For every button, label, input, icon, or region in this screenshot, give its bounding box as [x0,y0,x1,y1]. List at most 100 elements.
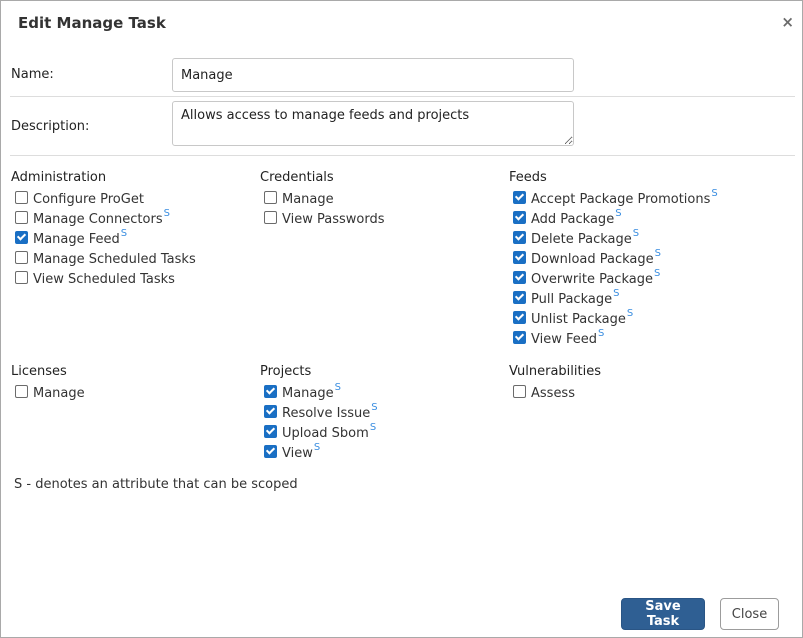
checkbox[interactable] [15,210,28,224]
dialog-title: Edit Manage Task [18,14,166,32]
permission-item[interactable]: Configure ProGet [11,189,256,209]
group-title: Licenses [11,364,67,379]
permission-item[interactable]: Download Package S [509,247,754,269]
scope-marker: S [654,247,661,259]
close-icon[interactable]: × [781,14,794,30]
edit-task-dialog: Edit Manage Task × Name: Description: Al… [0,0,803,638]
scope-marker: S [613,287,620,299]
permission-label: View Passwords [282,211,385,227]
description-input[interactable]: Allows access to manage feeds and projec… [172,101,574,146]
scope-marker: S [334,381,341,393]
permission-item[interactable]: Manage Connectors S [11,207,256,229]
scope-marker: S [711,187,718,199]
scope-legend: S - denotes an attribute that can be sco… [14,477,298,492]
permission-label: View [282,445,313,461]
permission-item[interactable]: View Passwords [260,209,505,229]
checkbox[interactable] [15,250,28,264]
permission-label: Resolve Issue [282,405,371,421]
permission-item[interactable]: Manage S [260,381,505,403]
scope-marker: S [163,207,170,219]
checkbox[interactable] [513,330,526,344]
checkbox[interactable] [264,404,277,418]
checkbox[interactable] [513,384,526,398]
permission-item[interactable]: Overwrite Package S [509,267,754,289]
checkbox[interactable] [513,230,526,244]
permission-label: Unlist Package [531,311,626,327]
permission-item[interactable]: Resolve Issue S [260,402,505,423]
group-projects: Projects Manage S Resolve Issue S Upload S… [260,363,505,463]
checkbox[interactable] [513,290,526,304]
scope-marker: S [632,227,640,239]
scope-marker: S [626,307,634,319]
checkbox[interactable] [264,424,277,438]
group-title: Credentials [260,170,334,185]
checkbox[interactable] [513,310,526,324]
description-label: Description: [11,119,90,134]
permission-item[interactable]: Accept Package Promotions S [509,187,754,209]
permission-label: Delete Package [531,231,632,247]
permission-item[interactable]: Manage Feed S [11,227,256,249]
checkbox[interactable] [513,210,526,224]
checkbox[interactable] [513,190,526,204]
checkbox[interactable] [264,210,277,224]
group-credentials: Credentials Manage View Passwords [260,169,505,229]
checkbox[interactable] [15,230,28,244]
permission-label: Manage [282,191,334,207]
permission-label: Assess [531,385,575,401]
checkbox[interactable] [15,270,28,284]
scope-marker: S [120,227,128,239]
permission-item[interactable]: Unlist Package S [509,307,754,329]
checkbox[interactable] [264,384,277,398]
permission-label: Pull Package [531,291,613,307]
permission-label: Manage Scheduled Tasks [33,251,196,267]
group-title: Administration [11,170,107,185]
group-licenses: Licenses Manage [11,363,256,403]
scope-marker: S [653,267,661,279]
name-label: Name: [11,67,54,82]
checkbox[interactable] [15,384,28,398]
permission-label: Manage [282,385,334,401]
group-title: Projects [260,364,312,379]
scope-marker: S [369,421,377,433]
group-feeds: Feeds Accept Package Promotions S Add Pac… [509,169,754,349]
checkbox[interactable] [513,270,526,284]
permission-label: Download Package [531,251,654,267]
permission-item[interactable]: View Feed S [509,327,754,349]
permission-item[interactable]: Assess [509,383,754,403]
permission-label: View Scheduled Tasks [33,271,175,287]
permission-label: View Feed [531,331,597,347]
scope-marker: S [598,327,605,339]
permission-item[interactable]: Manage Scheduled Tasks [11,249,256,269]
scope-marker: S [615,207,622,219]
permission-label: Upload Sbom [282,425,369,441]
scope-marker: S [313,441,321,453]
save-task-button[interactable]: Save Task [621,598,705,630]
checkbox[interactable] [513,250,526,264]
divider [10,155,795,156]
permission-label: Manage Feed [33,231,120,247]
permission-item[interactable]: View Scheduled Tasks [11,269,256,289]
permission-item[interactable]: Upload Sbom S [260,421,505,443]
permission-item[interactable]: Manage [11,383,256,403]
checkbox[interactable] [264,190,277,204]
group-administration: Administration Configure ProGet Manage C… [11,169,256,289]
permission-item[interactable]: Manage [260,189,505,209]
permission-label: Manage Connectors [33,211,163,227]
permission-label: Configure ProGet [33,191,144,207]
permission-item[interactable]: Add Package S [509,207,754,229]
permission-label: Add Package [531,211,615,227]
close-button[interactable]: Close [720,598,779,630]
permission-item[interactable]: Delete Package S [509,227,754,249]
group-title: Feeds [509,170,547,185]
name-input[interactable] [172,58,574,92]
permission-item[interactable]: View S [260,441,505,463]
permission-label: Accept Package Promotions [531,191,711,207]
group-title: Vulnerabilities [509,364,601,379]
divider [10,96,795,97]
permission-label: Overwrite Package [531,271,653,287]
permission-label: Manage [33,385,85,401]
permission-item[interactable]: Pull Package S [509,287,754,309]
checkbox[interactable] [264,444,277,458]
group-vulnerabilities: Vulnerabilities Assess [509,363,754,403]
checkbox[interactable] [15,190,28,204]
